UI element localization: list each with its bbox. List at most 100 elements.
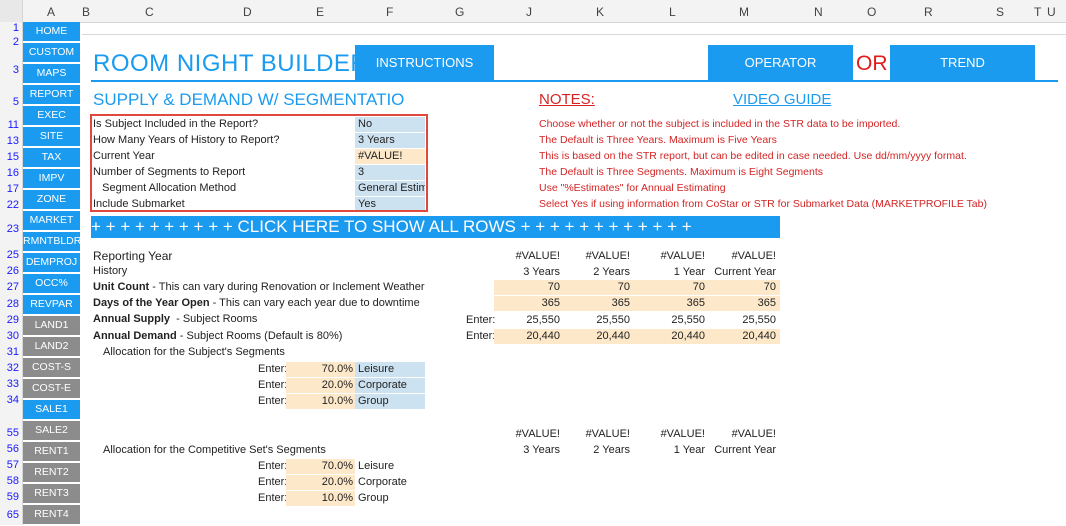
nav-maps-button[interactable]: MAPS [23, 64, 80, 85]
col-header[interactable]: N [814, 5, 823, 19]
nav-rent2-button[interactable]: RENT2 [23, 463, 80, 484]
col-header[interactable]: D [243, 5, 252, 19]
nav-revpar-button[interactable]: REVPAR [23, 295, 80, 316]
annual-demand-cell[interactable]: 20,440 [494, 329, 564, 344]
days-open-cell[interactable]: 365 [494, 296, 564, 311]
row-header[interactable]: 55 [0, 427, 19, 439]
row-header[interactable]: 28 [0, 298, 19, 310]
unit-count-cell[interactable]: 70 [494, 280, 564, 295]
video-guide-link[interactable]: VIDEO GUIDE [733, 91, 831, 108]
unit-count-cell[interactable]: 70 [564, 280, 634, 295]
col-header[interactable]: S [996, 5, 1004, 19]
annual-supply-cell[interactable]: 25,550 [634, 313, 709, 328]
col-header[interactable]: A [47, 5, 55, 19]
segment-pct-cell[interactable]: 70.0% [286, 362, 355, 377]
nav-market-button[interactable]: MARKET [23, 211, 80, 232]
unit-count-cell[interactable]: 70 [634, 280, 709, 295]
row-header[interactable]: 57 [0, 459, 19, 471]
col-header[interactable]: J [526, 5, 532, 19]
annual-supply-cell[interactable]: 25,550 [564, 313, 634, 328]
days-open-cell[interactable]: 365 [709, 296, 780, 311]
days-open-cell[interactable]: 365 [564, 296, 634, 311]
col-header[interactable]: T [1034, 5, 1041, 19]
row-header[interactable]: 5 [0, 96, 19, 108]
segment-name-cell[interactable]: Group [355, 394, 425, 409]
segment-pct-cell[interactable]: 20.0% [286, 378, 355, 393]
row-header[interactable]: 31 [0, 346, 19, 358]
segment-name-cell[interactable]: Corporate [355, 378, 425, 393]
annual-demand-cell[interactable]: 20,440 [634, 329, 709, 344]
col-header[interactable]: R [924, 5, 933, 19]
col-header[interactable]: K [596, 5, 604, 19]
row-header[interactable]: 17 [0, 183, 19, 195]
nav-land2-button[interactable]: LAND2 [23, 337, 80, 358]
row-header[interactable]: 25 [0, 249, 19, 261]
trend-button[interactable]: TREND [890, 45, 1035, 81]
annual-supply-cell[interactable]: 25,550 [494, 313, 564, 328]
instructions-button[interactable]: INSTRUCTIONS [355, 45, 494, 81]
row-header[interactable]: 13 [0, 135, 19, 147]
show-all-rows-button[interactable]: + + + + + + + + + + CLICK HERE TO SHOW A… [91, 216, 780, 238]
col-header[interactable]: L [669, 5, 676, 19]
row-header[interactable]: 58 [0, 475, 19, 487]
row-header[interactable]: 23 [0, 223, 19, 235]
row-header[interactable]: 59 [0, 491, 19, 503]
col-header[interactable]: C [145, 5, 154, 19]
row-header[interactable]: 65 [0, 509, 19, 521]
nav-sale1-button[interactable]: SALE1 [23, 400, 80, 421]
segment-name-cell[interactable]: Leisure [355, 459, 425, 474]
segment-pct-cell[interactable]: 10.0% [286, 394, 355, 409]
row-header[interactable]: 33 [0, 378, 19, 390]
segment-pct-cell[interactable]: 70.0% [286, 459, 355, 474]
row-header[interactable]: 27 [0, 281, 19, 293]
col-header[interactable]: O [867, 5, 876, 19]
segment-name-cell[interactable]: Corporate [355, 475, 425, 490]
nav-zone-button[interactable]: ZONE [23, 190, 80, 211]
nav-rent4-button[interactable]: RENT4 [23, 505, 80, 526]
nav-cost-e-button[interactable]: COST-E [23, 379, 80, 400]
nav-custom-button[interactable]: CUSTOM [23, 43, 80, 64]
row-header[interactable]: 56 [0, 443, 19, 455]
nav-cost-s-button[interactable]: COST-S [23, 358, 80, 379]
nav-land1-button[interactable]: LAND1 [23, 316, 80, 337]
row-header[interactable]: 2 [0, 36, 19, 48]
nav-report-button[interactable]: REPORT [23, 85, 80, 106]
nav-sale2-button[interactable]: SALE2 [23, 421, 80, 442]
nav-tax-button[interactable]: TAX [23, 148, 80, 169]
nav-rent1-button[interactable]: RENT1 [23, 442, 80, 463]
nav-site-button[interactable]: SITE [23, 127, 80, 148]
nav-rmntbldr-button[interactable]: RMNTBLDR [23, 232, 81, 253]
nav-home-button[interactable]: HOME [23, 22, 80, 43]
row-header[interactable]: 11 [0, 119, 19, 131]
row-header[interactable]: 3 [0, 64, 19, 76]
nav-exec-button[interactable]: EXEC [23, 106, 80, 127]
col-header[interactable]: G [455, 5, 464, 19]
select-all-corner[interactable] [0, 0, 23, 22]
segment-name-cell[interactable]: Group [355, 491, 425, 506]
row-header[interactable]: 34 [0, 394, 19, 406]
segment-pct-cell[interactable]: 10.0% [286, 491, 355, 506]
col-header[interactable]: M [739, 5, 749, 19]
operator-button[interactable]: OPERATOR [708, 45, 853, 81]
annual-supply-cell[interactable]: 25,550 [709, 313, 780, 328]
nav-impv-button[interactable]: IMPV [23, 169, 80, 190]
row-header[interactable]: 30 [0, 330, 19, 342]
row-header[interactable]: 1 [0, 22, 19, 34]
annual-demand-cell[interactable]: 20,440 [564, 329, 634, 344]
row-header[interactable]: 16 [0, 167, 19, 179]
row-header[interactable]: 32 [0, 362, 19, 374]
col-header[interactable]: F [386, 5, 393, 19]
row-header[interactable]: 15 [0, 151, 19, 163]
segment-name-cell[interactable]: Leisure [355, 362, 425, 377]
col-header[interactable]: B [82, 5, 90, 19]
unit-count-cell[interactable]: 70 [709, 280, 780, 295]
nav-occ-button[interactable]: OCC% [23, 274, 80, 295]
segment-pct-cell[interactable]: 20.0% [286, 475, 355, 490]
annual-demand-cell[interactable]: 20,440 [709, 329, 780, 344]
row-header[interactable]: 29 [0, 314, 19, 326]
row-header[interactable]: 22 [0, 199, 19, 211]
col-header[interactable]: E [316, 5, 324, 19]
nav-demproj-button[interactable]: DEMPROJ [23, 253, 80, 274]
row-header[interactable]: 26 [0, 265, 19, 277]
nav-rent3-button[interactable]: RENT3 [23, 484, 80, 505]
